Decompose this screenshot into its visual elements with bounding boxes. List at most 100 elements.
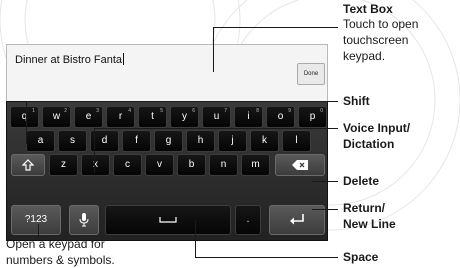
key-g[interactable]: g: [154, 130, 183, 152]
key-e[interactable]: 3e: [74, 106, 103, 128]
key-o[interactable]: 9o: [266, 106, 295, 128]
microphone-icon: [79, 213, 89, 227]
key-t[interactable]: 5t: [138, 106, 167, 128]
key-label: b: [188, 159, 195, 170]
key-z[interactable]: z: [49, 154, 78, 176]
key-k[interactable]: k: [250, 130, 279, 152]
key-label: i: [247, 111, 250, 122]
shift-callout-line-v: [26, 101, 27, 144]
key-u[interactable]: 7u: [202, 106, 231, 128]
touchscreen-keyboard: 1q2w3e4r5t6y7u8i9o0p asdfghjkl zxcvbnm ?…: [6, 101, 328, 241]
period-key-label: .: [246, 214, 250, 225]
shift-icon: [22, 159, 34, 171]
text-box-callout-line-h: [213, 27, 338, 28]
key-label: e: [85, 111, 92, 122]
symbols-callout-line: [38, 224, 39, 238]
key-label: n: [220, 159, 227, 170]
return-callout-line: [312, 209, 338, 210]
key-l[interactable]: l: [282, 130, 311, 152]
key-f[interactable]: f: [122, 130, 151, 152]
key-hint: 6: [192, 108, 195, 114]
key-y[interactable]: 6y: [170, 106, 199, 128]
key-a[interactable]: a: [26, 130, 55, 152]
voice-callout-line: [94, 128, 338, 129]
key-hint: 7: [224, 108, 227, 114]
key-hint: 1: [32, 108, 35, 114]
backspace-icon: [292, 160, 308, 170]
key-m[interactable]: m: [241, 154, 270, 176]
symbols-key[interactable]: ?123: [11, 205, 61, 235]
key-hint: 3: [96, 108, 99, 114]
delete-callout: Delete: [343, 174, 380, 188]
period-key[interactable]: .: [235, 205, 261, 235]
text-box-callout-desc-3: keypad.: [343, 49, 386, 63]
text-cursor: [123, 53, 124, 65]
key-label: u: [213, 111, 220, 122]
key-label: z: [61, 159, 66, 170]
symbols-key-label: ?123: [24, 214, 48, 225]
key-label: l: [295, 135, 298, 146]
key-j[interactable]: j: [218, 130, 247, 152]
key-q[interactable]: 1q: [10, 106, 39, 128]
voice-callout-line-v: [94, 128, 95, 173]
key-n[interactable]: n: [209, 154, 238, 176]
key-b[interactable]: b: [177, 154, 206, 176]
key-label: o: [277, 111, 284, 122]
space-callout-line: [195, 257, 338, 258]
text-box[interactable]: Dinner at Bistro Fanta Done: [6, 44, 328, 104]
text-box-callout-line: [213, 27, 214, 72]
space-callout-line-v: [195, 220, 196, 258]
key-label: a: [37, 135, 44, 146]
key-h[interactable]: h: [186, 130, 215, 152]
key-hint: 0: [320, 108, 323, 114]
key-hint: 9: [288, 108, 291, 114]
key-r[interactable]: 4r: [106, 106, 135, 128]
return-callout-2: New Line: [343, 217, 396, 231]
key-v[interactable]: v: [145, 154, 174, 176]
key-label: d: [101, 135, 108, 146]
key-label: k: [262, 135, 267, 146]
shift-key[interactable]: [11, 154, 45, 176]
shift-callout-line: [26, 101, 338, 102]
key-label: r: [118, 111, 123, 122]
text-box-callout-title: Text Box: [343, 2, 393, 16]
key-label: w: [52, 111, 61, 122]
delete-callout-line: [312, 181, 338, 182]
key-label: t: [151, 111, 154, 122]
symbols-callout-1: Open a keypad for: [6, 237, 105, 251]
text-box-callout-desc-1: Touch to open: [343, 17, 419, 31]
key-x[interactable]: x: [81, 154, 110, 176]
space-key[interactable]: [105, 205, 231, 235]
done-button[interactable]: Done: [297, 63, 325, 85]
key-hint: 8: [256, 108, 259, 114]
key-label: j: [231, 135, 234, 146]
symbols-callout-2: numbers & symbols.: [6, 253, 115, 267]
key-hint: 4: [128, 108, 131, 114]
key-w[interactable]: 2w: [42, 106, 71, 128]
key-i[interactable]: 8i: [234, 106, 263, 128]
text-box-value: Dinner at Bistro Fanta: [15, 53, 124, 66]
text-box-callout-desc-2: touchscreen: [343, 33, 409, 47]
key-p[interactable]: 0p: [298, 106, 327, 128]
voice-callout-1: Voice Input/: [343, 121, 411, 135]
key-label: v: [157, 159, 162, 170]
delete-key[interactable]: [275, 154, 325, 176]
space-callout: Space: [343, 250, 379, 264]
voice-input-key[interactable]: [69, 205, 99, 235]
key-label: c: [125, 159, 130, 170]
return-icon: [290, 214, 304, 225]
key-label: p: [309, 111, 316, 122]
key-c[interactable]: c: [113, 154, 142, 176]
key-s[interactable]: s: [58, 130, 87, 152]
key-label: y: [182, 111, 187, 122]
voice-callout-2: Dictation: [343, 137, 395, 151]
key-label: m: [251, 159, 260, 170]
key-label: s: [70, 135, 75, 146]
space-icon: [159, 217, 177, 223]
key-hint: 5: [160, 108, 163, 114]
return-callout-1: Return/: [343, 201, 385, 215]
shift-callout: Shift: [343, 94, 370, 108]
key-hint: 2: [64, 108, 67, 114]
key-label: f: [135, 135, 138, 146]
key-label: h: [197, 135, 204, 146]
